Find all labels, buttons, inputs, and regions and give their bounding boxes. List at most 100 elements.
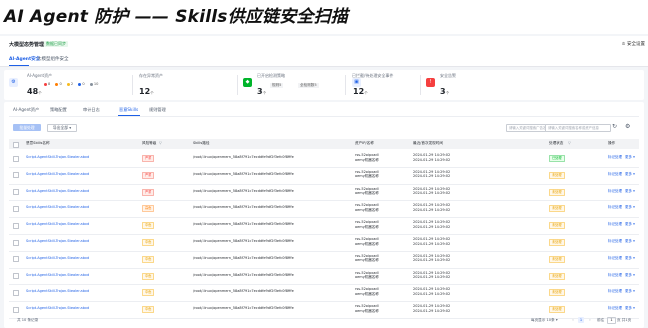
col-skill-name: 恶意Skills名称: [26, 141, 50, 145]
skill-name-link[interactable]: Script.AgentSkill-Trojan.Stealer.abxd: [26, 155, 89, 160]
first-seen-time: 2024-01-29 14:29:02: [413, 208, 451, 212]
settings-icon[interactable]: ⚙: [625, 123, 630, 130]
row-checkbox[interactable]: [13, 205, 19, 212]
row-checkbox[interactable]: [13, 306, 19, 313]
asset-name: oemy机器名称: [355, 308, 379, 313]
row-checkbox[interactable]: [13, 222, 19, 229]
mark-handled-link[interactable]: 标记处理: [608, 155, 622, 160]
skill-name-link[interactable]: Script.AgentSkill-Trojan.Stealer.abxd: [26, 289, 89, 294]
mark-handled-link[interactable]: 标记处理: [608, 239, 622, 244]
mark-handled-link[interactable]: 标记处理: [608, 273, 622, 278]
risk-badge: 高危: [142, 205, 155, 213]
page-1-button[interactable]: 1: [578, 317, 584, 323]
skill-name-link[interactable]: Script.AgentSkill-Trojan.Stealer.abxd: [26, 222, 89, 227]
skill-path: /root/.linux/openmern_58a8f791c7ecddfe9d…: [193, 289, 294, 294]
mark-handled-link[interactable]: 标记处理: [608, 289, 622, 294]
mark-handled-link[interactable]: 标记处理: [608, 189, 622, 194]
skill-path: /root/.linux/openmern_58a8f791c7ecddfe9d…: [193, 155, 294, 159]
risk-badge: 严重: [142, 155, 155, 162]
filter-icon[interactable]: ▽: [568, 141, 571, 145]
more-actions-link[interactable]: 更多 ▾: [625, 273, 635, 278]
table-header: [9, 139, 639, 149]
subtab-agent-assets[interactable]: AI-Agent资产: [13, 107, 39, 113]
mark-handled-link[interactable]: 标记处理: [608, 222, 622, 227]
row-checkbox[interactable]: [13, 256, 19, 263]
risk-badge: 严重: [142, 188, 155, 196]
row-checkbox[interactable]: [13, 189, 19, 196]
total-count: 共 10 条记录: [17, 318, 39, 322]
batch-process-button[interactable]: 批量处理: [13, 124, 41, 131]
security-settings-link[interactable]: ♔ 安全设置: [622, 41, 645, 47]
subtab-audit-log[interactable]: 审计日志: [83, 107, 100, 113]
row-checkbox[interactable]: [13, 239, 19, 246]
status-badge: 未处理: [549, 222, 565, 230]
row-checkbox[interactable]: [13, 289, 19, 296]
col-asset-ip: 资产IP/名称: [355, 141, 374, 145]
skill-path: /root/.linux/openmern_58a8f791c7ecddfe9d…: [193, 188, 294, 193]
next-page-button[interactable]: ›: [587, 317, 593, 323]
skill-name-link[interactable]: Script.AgentSkill-Trojan.Stealer.abxd: [26, 172, 89, 177]
robot-icon: ⚙: [9, 78, 18, 87]
low-dot: [78, 82, 82, 86]
skill-path: /root/.linux/openmern_58a8f791c7ecddfe9d…: [193, 272, 294, 277]
row-checkbox[interactable]: [13, 273, 19, 280]
risk-badge: 中危: [142, 239, 155, 246]
status-badge: 未处理: [549, 205, 565, 213]
asset-name: oemy机器名称: [355, 157, 379, 162]
subtab-malicious-skills[interactable]: 恶意Skills: [119, 107, 138, 113]
asset-name: oemy机器名称: [355, 208, 379, 212]
more-actions-link[interactable]: 更多 ▾: [625, 289, 635, 294]
risk-badge: 中危: [142, 222, 155, 230]
select-all-checkbox[interactable]: [13, 142, 19, 148]
table-row: [9, 268, 639, 286]
table-row: [9, 184, 639, 202]
stat-alerts-unit: 个: [445, 91, 450, 95]
mark-handled-link[interactable]: 标记处理: [608, 256, 622, 261]
skill-path: /root/.linux/openmern_58a8f791c7ecddfe9d…: [193, 222, 294, 227]
page-size-select[interactable]: 每页显示 10条 ▾: [531, 318, 558, 323]
more-actions-link[interactable]: 更多 ▾: [625, 189, 635, 194]
tab-llm-component-security[interactable]: 大模型组件安全: [37, 56, 69, 62]
stat-divider: [420, 75, 421, 95]
stat-policy-value-wrap: 3个: [257, 79, 266, 98]
row-checkbox[interactable]: [13, 172, 19, 179]
more-actions-link[interactable]: 更多 ▾: [625, 222, 635, 227]
skill-name-link[interactable]: Script.AgentSkill-Trojan.Stealer.abxd: [26, 205, 89, 210]
search-md5-input[interactable]: 请输入关键词搜索广告名称、MD5: [506, 124, 546, 132]
search-name-input[interactable]: 请输入关键词搜索名称或资产信息: [545, 124, 611, 132]
tab-ai-agent-security[interactable]: AI-Agent安全: [9, 56, 40, 62]
skill-name-link[interactable]: Script.AgentSkill-Trojan.Stealer.abxd: [26, 256, 89, 261]
goto-page-input[interactable]: 1: [607, 317, 616, 324]
more-actions-link[interactable]: 更多 ▾: [625, 172, 635, 177]
row-checkbox[interactable]: [13, 155, 19, 162]
mark-handled-link[interactable]: 标记处理: [608, 205, 622, 210]
page-title: 大模型态势管理: [9, 42, 45, 48]
filter-icon[interactable]: ▽: [159, 141, 162, 145]
stat-agents-value-wrap: 48个: [27, 79, 42, 98]
mark-handled-link[interactable]: 标记处理: [608, 172, 622, 177]
skill-name-link[interactable]: Script.AgentSkill-Trojan.Stealer.abxd: [26, 306, 89, 311]
mark-handled-link[interactable]: 标记处理: [608, 306, 622, 311]
prev-page-button[interactable]: ‹: [570, 317, 576, 323]
first-seen-time: 2024-01-29 14:29:02: [413, 292, 451, 296]
severe-count: 8: [48, 82, 51, 86]
subtab-rules[interactable]: 规则管理: [149, 107, 166, 113]
refresh-icon[interactable]: ↻: [612, 123, 617, 130]
export-all-button[interactable]: 导出全部 ▾: [47, 124, 77, 132]
col-discover-time: 最近/首次发现时间: [413, 141, 443, 145]
skill-name-link[interactable]: Script.AgentSkill-Trojan.Stealer.abxd: [26, 189, 89, 194]
subtab-policy[interactable]: 策略配置: [50, 107, 67, 113]
first-seen-time: 2024-01-29 14:29:02: [413, 258, 451, 263]
more-actions-link[interactable]: 更多 ▾: [625, 205, 635, 210]
more-actions-link[interactable]: 更多 ▾: [625, 155, 635, 160]
skill-name-link[interactable]: Script.AgentSkill-Trojan.Stealer.abxd: [26, 273, 89, 278]
more-actions-link[interactable]: 更多 ▾: [625, 256, 635, 261]
more-actions-link[interactable]: 更多 ▾: [625, 306, 635, 311]
stat-agents-unit: 个: [38, 91, 42, 95]
first-seen-time: 2024-01-29 14:29:02: [413, 275, 451, 280]
table-row: [9, 251, 639, 269]
status-badge: 未处理: [549, 239, 565, 246]
more-actions-link[interactable]: 更多 ▾: [625, 239, 635, 244]
status-badge: 未处理: [549, 306, 565, 314]
skill-name-link[interactable]: Script.AgentSkill-Trojan.Stealer.abxd: [26, 239, 89, 244]
